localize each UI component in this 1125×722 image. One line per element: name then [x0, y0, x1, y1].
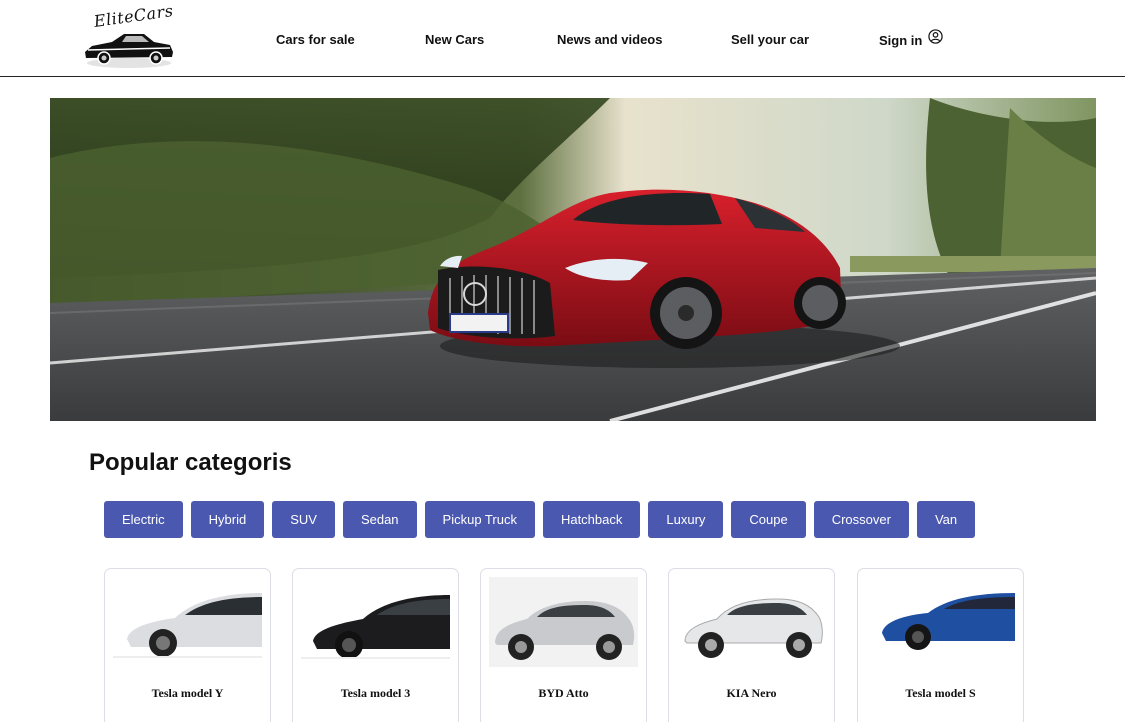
signin-label: Sign in: [879, 33, 923, 48]
hero-car-image: [50, 98, 1096, 421]
user-circle-icon: [928, 29, 944, 44]
car-name: Tesla model Y: [151, 686, 224, 700]
category-chip-electric[interactable]: Electric: [104, 501, 183, 538]
category-chip-suv[interactable]: SUV: [272, 501, 335, 538]
car-image: [113, 577, 262, 667]
signin-link[interactable]: Sign in: [879, 29, 944, 48]
category-chip-coupe[interactable]: Coupe: [731, 501, 806, 538]
hero-banner: [50, 98, 1096, 421]
car-card-byd-atto[interactable]: BYD Atto: [480, 568, 647, 722]
category-chip-hatchback[interactable]: Hatchback: [542, 501, 641, 538]
car-image: [866, 577, 1015, 667]
logo-car-icon: [85, 34, 173, 68]
category-chip-pickup-truck[interactable]: Pickup Truck: [424, 501, 535, 538]
car-name: KIA Nero: [726, 686, 777, 700]
site-header: EliteCars Cars for sale New Cars News an…: [0, 0, 1125, 77]
category-chip-crossover[interactable]: Crossover: [813, 501, 909, 538]
category-chip-list: Electric Hybrid SUV Sedan Pickup Truck H…: [104, 501, 976, 538]
category-chip-van[interactable]: Van: [916, 501, 976, 538]
category-chip-luxury[interactable]: Luxury: [648, 501, 724, 538]
section-title: Popular categoris: [89, 449, 292, 476]
category-chip-hybrid[interactable]: Hybrid: [190, 501, 265, 538]
car-name: BYD Atto: [538, 686, 589, 700]
car-image: [677, 577, 826, 667]
nav-news-and-videos[interactable]: News and videos: [557, 32, 662, 47]
car-card-tesla-model-y[interactable]: Tesla model Y: [104, 568, 271, 722]
car-name: Tesla model S: [905, 686, 976, 700]
site-logo[interactable]: EliteCars: [82, 1, 182, 72]
car-image: [489, 577, 638, 667]
category-chip-sedan[interactable]: Sedan: [342, 501, 417, 538]
car-name: Tesla model 3: [340, 686, 411, 700]
logo-text: EliteCars: [92, 0, 175, 31]
car-card-tesla-model-s[interactable]: Tesla model S: [857, 568, 1024, 722]
car-image: [301, 577, 450, 667]
nav-cars-for-sale[interactable]: Cars for sale: [276, 32, 355, 47]
car-card-kia-nero[interactable]: KIA Nero: [668, 568, 835, 722]
nav-new-cars[interactable]: New Cars: [425, 32, 484, 47]
nav-sell-your-car[interactable]: Sell your car: [731, 32, 809, 47]
car-card-tesla-model-3[interactable]: Tesla model 3: [292, 568, 459, 722]
